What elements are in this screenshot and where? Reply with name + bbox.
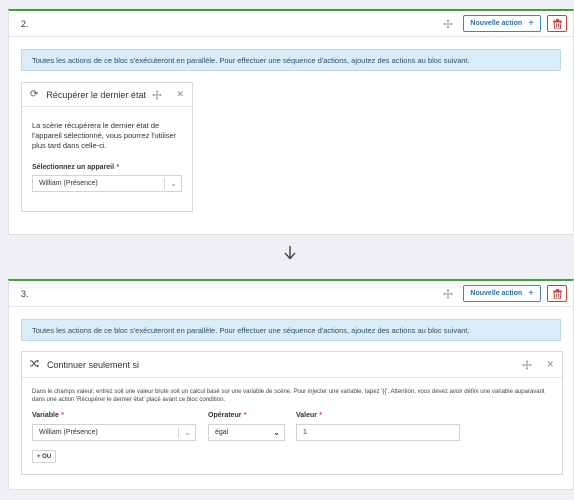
device-select-value: William (Présence): [39, 180, 98, 187]
delete-block-button[interactable]: [547, 15, 567, 32]
action-card-get-state: ⟳ Récupérer le dernier état ✕ La scène r…: [21, 82, 193, 212]
action-card-condition: Continuer seulement si ✕ Dans le champs …: [21, 351, 563, 475]
info-text: Toutes les actions de ce bloc s'exécuter…: [32, 55, 470, 65]
move-icon[interactable]: [443, 18, 454, 29]
trash-icon: [552, 18, 562, 29]
variable-select-value: William (Présence): [39, 429, 98, 436]
block-header: 2. Nouvelle action +: [9, 11, 573, 37]
card-description: La scène récupèrera le dernier état de l…: [32, 121, 177, 150]
move-icon[interactable]: [152, 89, 163, 100]
card-description: Dans le champs valeur, entrez soit une v…: [32, 389, 545, 403]
block-number: 3.: [21, 288, 29, 299]
info-text: Toutes les actions de ce bloc s'exécuter…: [32, 325, 470, 335]
card-title: Continuer seulement si: [47, 359, 140, 370]
refresh-icon: ⟳: [30, 89, 39, 100]
value-input-value: 1: [303, 429, 307, 436]
value-input[interactable]: 1: [296, 424, 460, 441]
chevron-down-icon: ⌄: [184, 428, 191, 437]
value-label: Valeur *: [296, 412, 322, 419]
trash-icon: [552, 288, 562, 299]
parallel-info-banner: Toutes les actions de ce bloc s'exécuter…: [21, 319, 561, 341]
or-button-label: + OU: [37, 453, 52, 460]
close-icon[interactable]: ✕: [546, 359, 554, 370]
shuffle-icon: [30, 359, 39, 371]
delete-block-button[interactable]: [547, 285, 567, 302]
move-icon[interactable]: [443, 288, 454, 299]
arrow-down-icon: [284, 246, 296, 263]
variable-label: Variable *: [32, 412, 64, 419]
device-select[interactable]: William (Présence) ⌄: [32, 175, 182, 192]
operator-select-value: égal: [215, 429, 229, 436]
device-label: Sélectionnez un appareil *: [32, 164, 120, 171]
new-action-button[interactable]: Nouvelle action +: [463, 285, 541, 302]
add-or-button[interactable]: + OU: [32, 450, 57, 463]
card-title: Récupérer le dernier état: [46, 89, 146, 100]
parallel-info-banner: Toutes les actions de ce bloc s'exécuter…: [21, 49, 561, 71]
new-action-label: Nouvelle action: [470, 290, 523, 297]
move-icon[interactable]: [522, 359, 533, 370]
new-action-button[interactable]: Nouvelle action +: [463, 15, 541, 32]
plus-icon: +: [528, 288, 534, 299]
operator-select[interactable]: égal ⌄: [208, 424, 285, 441]
card-header: ⟳ Récupérer le dernier état ✕: [22, 83, 192, 107]
scene-block-2: 2. Nouvelle action + Toutes les actions …: [8, 9, 574, 235]
block-header: 3. Nouvelle action +: [9, 281, 573, 307]
new-action-label: Nouvelle action: [470, 20, 523, 27]
scene-block-3: 3. Nouvelle action + Toutes les actions …: [8, 279, 574, 490]
chevron-down-icon: ⌄: [170, 179, 177, 188]
close-icon[interactable]: ✕: [176, 89, 184, 100]
operator-label: Opérateur *: [208, 412, 247, 419]
card-header: Continuer seulement si ✕: [22, 352, 562, 378]
variable-select[interactable]: William (Présence) ⌄: [32, 424, 196, 441]
block-number: 2.: [21, 18, 29, 29]
chevron-down-icon: ⌄: [273, 428, 280, 437]
plus-icon: +: [528, 18, 534, 29]
